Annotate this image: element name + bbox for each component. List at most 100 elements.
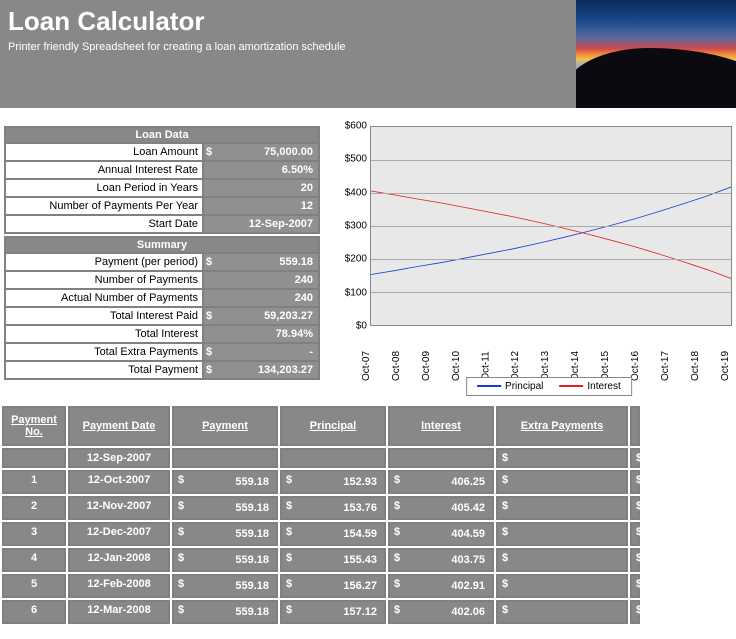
row-label: Total Interest Paid: [6, 308, 202, 324]
data-row: Actual Number of Payments240: [4, 290, 320, 308]
row-label: Actual Number of Payments: [6, 290, 202, 306]
data-row: Loan Amount$75,000.00: [4, 144, 320, 162]
th-interest: Interest: [388, 406, 494, 446]
row-label: Total Extra Payments: [6, 344, 202, 360]
table-row: 312-Dec-2007$559.18$154.59$404.59$$: [2, 522, 734, 548]
legend-principal: Principal: [477, 381, 543, 392]
th-payment-no: Payment No.: [2, 406, 66, 446]
chart-y-axis: $0$100$200$300$400$500$600: [334, 126, 370, 326]
cell-start-no: [2, 448, 66, 468]
table-cell: 12-Feb-2008: [68, 574, 170, 598]
table-cell: 12-Oct-2007: [68, 470, 170, 494]
y-tick: $0: [356, 321, 367, 332]
row-value: 20: [202, 180, 318, 196]
data-row: Loan Period in Years20: [4, 180, 320, 198]
data-row: Payment (per period)$559.18: [4, 254, 320, 272]
table-row: 112-Oct-2007$559.18$152.93$406.25$$: [2, 470, 734, 496]
table-cell: $559.18: [172, 600, 278, 624]
cell-start-date: 12-Sep-2007: [68, 448, 170, 468]
table-cell: $: [630, 574, 640, 598]
table-cell: $152.93: [280, 470, 386, 494]
table-cell: 4: [2, 548, 66, 572]
y-tick: $400: [345, 187, 367, 198]
chart-legend: Principal Interest: [466, 377, 632, 396]
row-value: 6.50%: [202, 162, 318, 178]
table-cell: $: [630, 496, 640, 520]
table-cell: $: [496, 574, 628, 598]
table-cell: $155.43: [280, 548, 386, 572]
table-cell: 5: [2, 574, 66, 598]
cell-start-pay: [172, 448, 278, 468]
row-value: 12: [202, 198, 318, 214]
table-cell: $402.91: [388, 574, 494, 598]
data-row: Annual Interest Rate6.50%: [4, 162, 320, 180]
summary-heading: Summary: [4, 236, 320, 254]
row-label: Loan Amount: [6, 144, 202, 160]
table-cell: $559.18: [172, 522, 278, 546]
header: Loan Calculator Printer friendly Spreads…: [0, 0, 736, 108]
table-cell: 6: [2, 600, 66, 624]
row-label: Number of Payments: [6, 272, 202, 288]
data-row: Number of Payments240: [4, 272, 320, 290]
table-cell: $156.27: [280, 574, 386, 598]
data-row: Start Date12-Sep-2007: [4, 216, 320, 234]
loan-data-heading: Loan Data: [4, 126, 320, 144]
th-extra: Extra Payments: [496, 406, 628, 446]
table-cell: 12-Mar-2008: [68, 600, 170, 624]
row-value: 12-Sep-2007: [202, 216, 318, 232]
row-label: Annual Interest Rate: [6, 162, 202, 178]
table-cell: $402.06: [388, 600, 494, 624]
table-cell: 12-Nov-2007: [68, 496, 170, 520]
table-cell: $: [630, 548, 640, 572]
data-row: Total Extra Payments$-: [4, 344, 320, 362]
amortization-table: Payment No. Payment Date Payment Princip…: [0, 404, 736, 628]
table-row: 212-Nov-2007$559.18$153.76$405.42$$: [2, 496, 734, 522]
table-cell: $405.42: [388, 496, 494, 520]
table-cell: $: [496, 548, 628, 572]
cell-start-extra: $: [496, 448, 628, 468]
row-value: $134,203.27: [202, 362, 318, 378]
cell-start-tail: $: [630, 448, 640, 468]
row-value: $59,203.27: [202, 308, 318, 324]
table-row: 512-Feb-2008$559.18$156.27$402.91$$: [2, 574, 734, 600]
data-row: Total Interest Paid$59,203.27: [4, 308, 320, 326]
table-cell: $559.18: [172, 496, 278, 520]
table-cell: $: [496, 496, 628, 520]
row-label: Total Payment: [6, 362, 202, 378]
row-value: 240: [202, 272, 318, 288]
legend-interest: Interest: [559, 381, 620, 392]
th-payment: Payment: [172, 406, 278, 446]
chart-x-axis: Oct-07Oct-08Oct-09Oct-10Oct-11Oct-12Oct-…: [370, 326, 732, 374]
y-tick: $100: [345, 287, 367, 298]
table-row: 412-Jan-2008$559.18$155.43$403.75$$: [2, 548, 734, 574]
table-cell: $153.76: [280, 496, 386, 520]
row-value: 78.94%: [202, 326, 318, 342]
th-principal: Principal: [280, 406, 386, 446]
cell-start-int: [388, 448, 494, 468]
y-tick: $200: [345, 254, 367, 265]
table-cell: 3: [2, 522, 66, 546]
table-cell: $154.59: [280, 522, 386, 546]
table-row: 612-Mar-2008$559.18$157.12$402.06$$: [2, 600, 734, 626]
th-payment-date: Payment Date: [68, 406, 170, 446]
table-cell: $: [630, 522, 640, 546]
table-cell: $559.18: [172, 548, 278, 572]
row-value: $559.18: [202, 254, 318, 270]
table-cell: 2: [2, 496, 66, 520]
row-value: 240: [202, 290, 318, 306]
row-label: Loan Period in Years: [6, 180, 202, 196]
table-cell: 12-Jan-2008: [68, 548, 170, 572]
table-cell: $406.25: [388, 470, 494, 494]
row-label: Number of Payments Per Year: [6, 198, 202, 214]
chart: $0$100$200$300$400$500$600 Oct-07Oct-08O…: [334, 126, 732, 400]
chart-plot: [370, 126, 732, 326]
header-image: [576, 0, 736, 108]
table-cell: 12-Dec-2007: [68, 522, 170, 546]
table-cell: $403.75: [388, 548, 494, 572]
data-row: Total Payment$134,203.27: [4, 362, 320, 380]
row-label: Start Date: [6, 216, 202, 232]
table-cell: $: [496, 600, 628, 624]
table-cell: $: [496, 522, 628, 546]
y-tick: $500: [345, 154, 367, 165]
table-cell: $559.18: [172, 574, 278, 598]
